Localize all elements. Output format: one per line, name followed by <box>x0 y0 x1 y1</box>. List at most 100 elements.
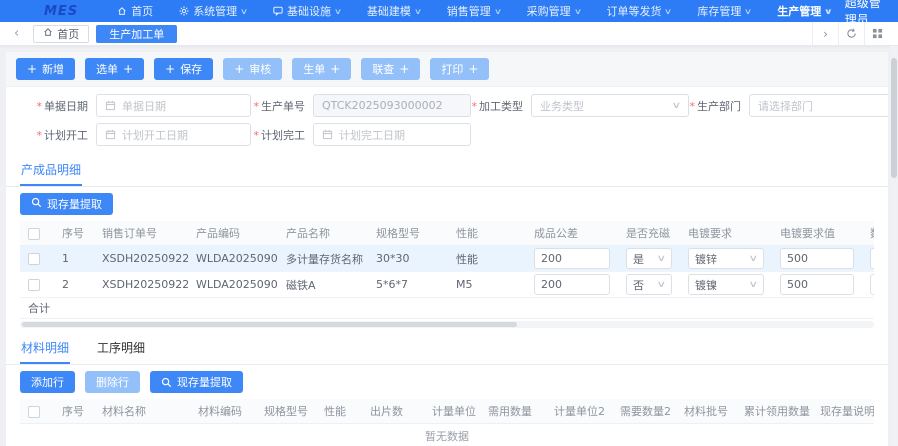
refresh-icon[interactable] <box>838 22 864 45</box>
table-row: 1XSDH2025092200286WLDA2025090500019多计量存货… <box>20 246 874 272</box>
column-header: 出片数 <box>362 399 424 424</box>
column-header: 是否充磁 <box>618 221 680 246</box>
chevron-down-icon: ∨ <box>414 7 422 16</box>
product-actions: 现存量提取 <box>6 187 888 221</box>
summary-row: 合计 <box>20 298 874 319</box>
column-header: 成品公差 <box>526 221 618 246</box>
chevron-down-icon: ∨ <box>664 7 672 16</box>
calendar-icon <box>105 100 116 111</box>
field-plan-finish: *计划完工计划完工日期 <box>251 123 471 146</box>
plating-select[interactable]: 镀锌∨ <box>688 248 764 269</box>
page-vscrollbar[interactable] <box>890 46 898 446</box>
column-header: 计量单位 <box>424 399 480 424</box>
magnetize-select[interactable]: 否∨ <box>626 274 672 295</box>
product-table-hscrollbar[interactable] <box>20 321 874 328</box>
chevron-down-icon: ∨ <box>672 101 682 111</box>
nav-item[interactable]: 订单等发货∨ <box>593 0 684 22</box>
product-table-wrap: 序号销售订单号产品编码产品名称规格型号性能成品公差是否充磁电镀要求电镀要求值数量… <box>20 221 874 319</box>
nav-item[interactable]: 销售管理∨ <box>434 0 514 22</box>
plus-icon: + <box>27 62 37 76</box>
chevron-down-icon: ∨ <box>657 254 667 264</box>
column-header: 产品编码 <box>188 221 278 246</box>
plating_value-input[interactable]: 500 <box>780 274 854 295</box>
column-header <box>20 221 54 246</box>
vscroll-thumb[interactable] <box>891 58 897 178</box>
nav-item[interactable]: 首页 <box>104 0 166 22</box>
选单-button[interactable]: 选单+ <box>85 58 144 80</box>
tabs-scroll-left-icon[interactable]: ‹ <box>8 26 25 41</box>
plus-icon: + <box>468 62 478 76</box>
删除行-button[interactable]: 删除行 <box>85 371 140 393</box>
nav-item[interactable]: 生产管理∨ <box>764 0 845 22</box>
material-table: 序号材料名称材料编码规格型号性能出片数计量单位需用数量计量单位2需要数量2材料批… <box>20 399 874 424</box>
nav-item[interactable]: 系统管理∨ <box>166 0 260 22</box>
page-tabbar: ‹ 首页 生产加工单 › <box>0 22 898 46</box>
stock-extract-button[interactable]: 现存量提取 <box>20 193 113 215</box>
tab-home[interactable]: 首页 <box>33 25 89 43</box>
calendar-icon <box>322 129 333 140</box>
column-header: 现存量说明 <box>812 399 874 424</box>
plan-start-input[interactable]: 计划开工日期 <box>96 123 251 146</box>
tolerance-input[interactable]: 200 <box>534 248 610 269</box>
现存量提取-button[interactable]: 现存量提取 <box>150 371 243 393</box>
doc-date-input[interactable]: 单据日期 <box>96 94 251 117</box>
row-checkbox[interactable] <box>28 279 40 291</box>
hscroll-thumb[interactable] <box>22 322 517 327</box>
chevron-down-icon: ∨ <box>657 280 667 290</box>
column-header: 数量 <box>862 221 874 246</box>
chevron-down-icon: ∨ <box>749 280 759 290</box>
nav-item[interactable]: 基础设施∨ <box>260 0 354 22</box>
prod-dept-input[interactable]: 请选择部门∨ <box>749 94 888 117</box>
plus-icon: + <box>330 62 340 76</box>
plating-select[interactable]: 镀镍∨ <box>688 274 764 295</box>
product-table: 序号销售订单号产品编码产品名称规格型号性能成品公差是否充磁电镀要求电镀要求值数量… <box>20 221 874 318</box>
nav-item[interactable]: 采购管理∨ <box>514 0 594 22</box>
打印-button[interactable]: 打印+ <box>430 58 489 80</box>
qty-input[interactable]: 1 <box>870 274 874 295</box>
审核-button[interactable]: +审核 <box>223 58 282 80</box>
material-actions: 添加行删除行现存量提取 <box>6 365 888 399</box>
column-header: 材料编码 <box>190 399 256 424</box>
tab-product-detail[interactable]: 产成品明细 <box>20 156 82 186</box>
field-doc-date: *单据日期单据日期 <box>20 94 251 117</box>
添加行-button[interactable]: 添加行 <box>20 371 75 393</box>
column-header: 材料批号 <box>676 399 736 424</box>
magnetize-select[interactable]: 是∨ <box>626 248 672 269</box>
home-icon <box>43 27 53 40</box>
tab-production-order[interactable]: 生产加工单 <box>96 25 177 43</box>
column-header: 需要数量2 <box>612 399 676 424</box>
field-process-type: *加工类型业务类型∨ <box>471 94 689 117</box>
chevron-down-icon: ∨ <box>744 7 752 16</box>
column-header: 序号 <box>54 399 94 424</box>
qty-input[interactable]: 5 <box>870 248 874 269</box>
plan-finish-input[interactable]: 计划完工日期 <box>313 123 471 146</box>
chat-icon <box>273 6 283 16</box>
nav-item[interactable]: 库存管理∨ <box>684 0 764 22</box>
process-type-input[interactable]: 业务类型∨ <box>531 94 689 117</box>
tabs-scroll-right-icon[interactable]: › <box>812 22 838 45</box>
column-header: 电镀要求 <box>680 221 772 246</box>
保存-button[interactable]: +保存 <box>154 58 213 80</box>
plating_value-input[interactable]: 500 <box>780 248 854 269</box>
main-panel: +新增选单+ +保存 +审核生单+ 联查+ 打印+ *单据日期单据日期*生产单号QTCK… <box>6 52 888 446</box>
select-all-checkbox[interactable] <box>28 406 40 418</box>
新增-button[interactable]: +新增 <box>16 58 75 80</box>
row-checkbox[interactable] <box>28 253 40 265</box>
chevron-down-icon: ∨ <box>749 254 759 264</box>
生单-button[interactable]: 生单+ <box>292 58 351 80</box>
order-form: *单据日期单据日期*生产单号QTCK2025093000002*加工类型业务类型… <box>6 87 888 154</box>
select-all-checkbox[interactable] <box>28 228 40 240</box>
action-toolbar: +新增选单+ +保存 +审核生单+ 联查+ 打印+ <box>6 52 888 87</box>
tab-材料明细[interactable]: 材料明细 <box>20 334 70 364</box>
nav-item[interactable]: 基础建模∨ <box>354 0 434 22</box>
chevron-down-icon: ∨ <box>334 7 342 16</box>
tolerance-input[interactable]: 200 <box>534 274 610 295</box>
prod-no-input[interactable]: QTCK2025093000002 <box>313 94 471 117</box>
plus-icon: + <box>399 62 409 76</box>
column-header: 需用数量 <box>480 399 546 424</box>
material-table-wrap: 序号材料名称材料编码规格型号性能出片数计量单位需用数量计量单位2需要数量2材料批… <box>20 399 874 424</box>
联查-button[interactable]: 联查+ <box>361 58 420 80</box>
tab-工序明细[interactable]: 工序明细 <box>96 334 146 364</box>
layout-grid-icon[interactable] <box>864 22 890 45</box>
column-header: 序号 <box>54 221 94 246</box>
